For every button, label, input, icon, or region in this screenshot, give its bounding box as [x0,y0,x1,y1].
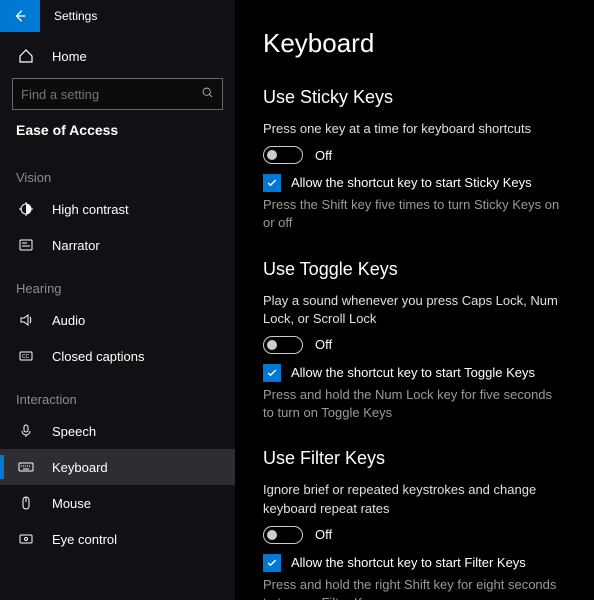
sidebar-item-label: High contrast [52,202,129,217]
narrator-icon [16,237,36,253]
toggle-knob [267,150,277,160]
filter-desc: Ignore brief or repeated keystrokes and … [263,481,566,517]
sticky-toggle[interactable] [263,146,303,164]
page-title: Keyboard [263,28,566,59]
togglekeys-hint: Press and hold the Num Lock key for five… [263,386,566,422]
search-icon [201,86,214,102]
sticky-hint: Press the Shift key five times to turn S… [263,196,566,232]
sidebar-item-label: Narrator [52,238,100,253]
sidebar-item-label: Closed captions [52,349,145,364]
togglekeys-checkbox-row[interactable]: Allow the shortcut key to start Toggle K… [263,364,566,382]
content-pane: Keyboard Use Sticky Keys Press one key a… [235,0,594,600]
sidebar-item-label: Speech [52,424,96,439]
home-icon [16,48,36,64]
filter-checkbox-label: Allow the shortcut key to start Filter K… [291,554,526,572]
back-button[interactable] [0,0,40,32]
sidebar-item-label: Audio [52,313,85,328]
sticky-checkbox[interactable] [263,174,281,192]
keyboard-icon [16,459,36,475]
search-input[interactable] [21,87,201,102]
togglekeys-checkbox-label: Allow the shortcut key to start Toggle K… [291,364,535,382]
sidebar-item-label: Keyboard [52,460,108,475]
sticky-toggle-row: Off [263,146,566,164]
section-togglekeys-title: Use Toggle Keys [263,259,566,280]
arrow-left-icon [13,9,27,23]
category-label: Ease of Access [0,122,235,152]
filter-toggle-row: Off [263,526,566,544]
sticky-checkbox-label: Allow the shortcut key to start Sticky K… [291,174,532,192]
sidebar: Settings Home Ease of Access Vision High… [0,0,235,600]
section-sticky-title: Use Sticky Keys [263,87,566,108]
check-icon [266,557,278,569]
check-icon [266,367,278,379]
togglekeys-desc: Play a sound whenever you press Caps Loc… [263,292,566,328]
section-filter-title: Use Filter Keys [263,448,566,469]
high-contrast-icon [16,201,36,217]
filter-toggle-state: Off [315,527,332,542]
sidebar-item-label: Mouse [52,496,91,511]
sidebar-item-narrator[interactable]: Narrator [0,227,235,263]
sidebar-item-eye-control[interactable]: Eye control [0,521,235,557]
titlebar: Settings [0,0,235,32]
filter-checkbox[interactable] [263,554,281,572]
search-box[interactable] [12,78,223,110]
toggle-knob [267,530,277,540]
app-title: Settings [40,9,97,23]
sidebar-item-speech[interactable]: Speech [0,413,235,449]
speech-icon [16,423,36,439]
sidebar-item-closed-captions[interactable]: CC Closed captions [0,338,235,374]
sidebar-item-audio[interactable]: Audio [0,302,235,338]
home-label: Home [52,49,87,64]
sticky-checkbox-row[interactable]: Allow the shortcut key to start Sticky K… [263,174,566,192]
sidebar-item-mouse[interactable]: Mouse [0,485,235,521]
sticky-desc: Press one key at a time for keyboard sho… [263,120,566,138]
closed-captions-icon: CC [16,348,36,364]
audio-icon [16,312,36,328]
mouse-icon [16,495,36,511]
group-hearing-label: Hearing [0,263,235,302]
togglekeys-toggle-state: Off [315,337,332,352]
togglekeys-checkbox[interactable] [263,364,281,382]
filter-hint: Press and hold the right Shift key for e… [263,576,566,600]
home-nav[interactable]: Home [0,38,235,74]
group-vision-label: Vision [0,152,235,191]
filter-checkbox-row[interactable]: Allow the shortcut key to start Filter K… [263,554,566,572]
filter-toggle[interactable] [263,526,303,544]
check-icon [266,177,278,189]
sidebar-item-high-contrast[interactable]: High contrast [0,191,235,227]
toggle-knob [267,340,277,350]
svg-text:CC: CC [22,354,30,360]
togglekeys-toggle[interactable] [263,336,303,354]
sidebar-item-keyboard[interactable]: Keyboard [0,449,235,485]
group-interaction-label: Interaction [0,374,235,413]
sticky-toggle-state: Off [315,148,332,163]
eye-control-icon [16,531,36,547]
sidebar-item-label: Eye control [52,532,117,547]
togglekeys-toggle-row: Off [263,336,566,354]
